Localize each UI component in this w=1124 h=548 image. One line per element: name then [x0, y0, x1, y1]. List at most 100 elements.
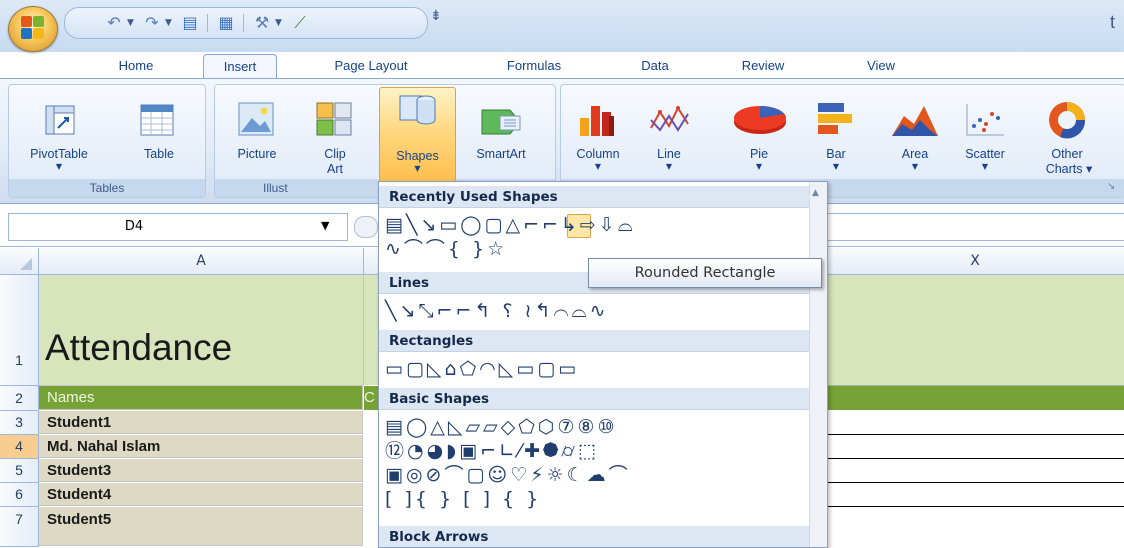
column-chart-icon [580, 106, 614, 136]
tab-home[interactable]: Home [100, 54, 172, 78]
lines-row[interactable]: ╲↘⤡⌐⌐↰ ⸮ ≀↰⌒⌓∿ [385, 300, 815, 322]
cell-x7[interactable] [820, 507, 1124, 546]
picture-icon [238, 102, 274, 136]
tab-view[interactable]: View [856, 54, 906, 78]
formula-cancel-icon[interactable] [354, 216, 378, 238]
row-header-5[interactable]: 5 [0, 459, 39, 483]
scatter-chart-label: Scatter [965, 147, 1005, 161]
column-header-x[interactable]: X [826, 248, 1124, 275]
column-header-a[interactable]: A [39, 248, 364, 275]
basic-shapes-row-2[interactable]: ⑫◔◕◗▣⌐∟⁄✚⯄⌭⬚ [385, 440, 815, 462]
qat-separator [243, 14, 244, 32]
recent-shapes-row-1[interactable]: ▤╲↘▭◯▢△⌐⌐↳⇨⇩⌓ [385, 214, 815, 236]
pivottable-button[interactable]: PivotTable ▼ [14, 98, 104, 178]
undo-dropdown-icon[interactable]: ▼ [127, 16, 137, 30]
line-chart-button[interactable]: Line ▼ [640, 98, 698, 178]
cell-a3[interactable]: Student1 [39, 411, 363, 434]
other-charts-label-line2: Charts ▾ [1045, 162, 1093, 176]
row-header-2[interactable]: 2 [0, 386, 39, 411]
cell-a2[interactable]: Names [39, 386, 363, 410]
name-box[interactable]: D4 ▼ [8, 213, 348, 241]
area-chart-icon [892, 106, 938, 136]
tools-icon[interactable]: ⚒ [251, 13, 273, 33]
row-header-3[interactable]: 3 [0, 411, 39, 435]
basic-shapes-row-4[interactable]: [ ]{ } [ ] { } [385, 488, 815, 510]
smartart-button[interactable]: SmartArt [458, 98, 544, 178]
cell-a4[interactable]: Md. Nahal Islam [39, 435, 363, 458]
column-header-b[interactable] [364, 248, 379, 275]
undo-icon[interactable]: ↶ [103, 13, 125, 33]
shapes-label: Shapes [396, 149, 439, 163]
scroll-up-icon[interactable]: ▲ [812, 188, 819, 198]
pivottable-icon [45, 105, 75, 135]
redo-icon[interactable]: ↷ [141, 13, 163, 33]
charts-dialog-launcher-icon[interactable]: ↘ [1107, 181, 1115, 192]
select-all-triangle-icon [20, 258, 32, 270]
pivottable-label: PivotTable [30, 147, 88, 161]
name-box-dropdown-icon[interactable]: ▼ [321, 219, 329, 232]
cell-x3[interactable] [820, 411, 1124, 435]
shapes-icon [399, 95, 436, 125]
doughnut-chart-icon [1049, 102, 1086, 139]
bar-chart-icon [818, 103, 852, 134]
bar-chart-button[interactable]: Bar ▼ [808, 98, 864, 178]
shapes-button[interactable]: Shapes ▼ [379, 87, 456, 185]
pie-chart-icon [734, 106, 786, 134]
other-charts-button[interactable]: Other Charts ▾ [1030, 98, 1124, 178]
line-chart-icon [650, 105, 689, 132]
basic-shapes-row-3[interactable]: ▣◎⊘⌒▢☺♡⚡☼☾☁⌒ [385, 464, 815, 486]
section-recently-used-shapes: Recently Used Shapes [379, 186, 809, 208]
tab-formulas[interactable]: Formulas [492, 54, 576, 78]
tab-page-layout[interactable]: Page Layout [316, 54, 426, 78]
area-chart-button[interactable]: Area ▼ [884, 98, 946, 178]
row-header-6[interactable]: 6 [0, 483, 39, 507]
recent-shapes-row-2[interactable]: ∿⌒⌒{ }☆ [385, 238, 815, 260]
tables-group-label: Tables [9, 179, 205, 197]
table-label: Table [144, 147, 174, 161]
cell-x2[interactable] [826, 386, 1124, 410]
qat-customize-icon[interactable]: ⇟ [430, 8, 442, 24]
document-icon[interactable]: ▦ [215, 13, 237, 33]
tab-data[interactable]: Data [628, 54, 682, 78]
area-dropdown-icon: ▼ [911, 162, 919, 171]
row-header-4[interactable]: 4 [0, 435, 39, 459]
rectangles-row[interactable]: ▭▢◺⌂⬠◠◺▭▢▭ [385, 358, 815, 380]
gallery-scrollbar[interactable]: ▲ [809, 182, 827, 547]
redo-dropdown-icon[interactable]: ▼ [165, 16, 175, 30]
form-icon[interactable]: ▤ [179, 13, 201, 33]
cell-x4[interactable] [820, 435, 1124, 459]
cell-x5[interactable] [820, 459, 1124, 483]
shapes-dropdown-icon: ▼ [414, 164, 421, 173]
cell-a1[interactable]: Attendance [39, 275, 364, 386]
shapes-gallery: Recently Used Shapes ▤╲↘▭◯▢△⌐⌐↳⇨⇩⌓ ∿⌒⌒{ … [378, 181, 828, 548]
cell-a5[interactable]: Student3 [39, 459, 363, 482]
basic-shapes-row-1[interactable]: ▤◯△◺▱▱◇⬠⬡⑦⑧⑩ [385, 416, 815, 438]
bar-dropdown-icon: ▼ [832, 162, 840, 171]
tools-dropdown-icon[interactable]: ▼ [275, 16, 285, 30]
office-button[interactable] [8, 6, 58, 52]
pie-chart-button[interactable]: Pie ▼ [726, 98, 792, 178]
cell-b2[interactable]: C [364, 386, 378, 410]
tab-insert[interactable]: Insert [203, 54, 277, 79]
table-button[interactable]: Table [124, 98, 194, 178]
picture-button[interactable]: Picture [222, 98, 292, 178]
column-chart-button[interactable]: Column ▼ [566, 98, 630, 178]
chart-tool-icon[interactable]: ⟋ [289, 13, 311, 33]
table-icon [140, 104, 174, 136]
tab-review[interactable]: Review [730, 54, 796, 78]
cell-b1[interactable] [364, 275, 378, 385]
row-header-1[interactable]: 1 [0, 275, 39, 386]
office-logo-icon [21, 16, 45, 40]
row-header-7[interactable]: 7 [0, 507, 39, 547]
cell-a7[interactable]: Student5 [39, 507, 363, 546]
other-charts-label-line1: Other [1051, 147, 1083, 161]
cell-x6[interactable] [820, 483, 1124, 507]
scatter-chart-icon [966, 104, 1004, 136]
formula-input[interactable] [826, 213, 1124, 241]
area-chart-label: Area [901, 147, 929, 161]
scatter-chart-button[interactable]: Scatter ▼ [954, 98, 1016, 178]
cell-a6[interactable]: Student4 [39, 483, 363, 506]
cell-x1[interactable] [826, 275, 1124, 386]
select-all-corner[interactable] [0, 248, 39, 275]
clipart-button[interactable]: Clip Art [300, 98, 370, 178]
